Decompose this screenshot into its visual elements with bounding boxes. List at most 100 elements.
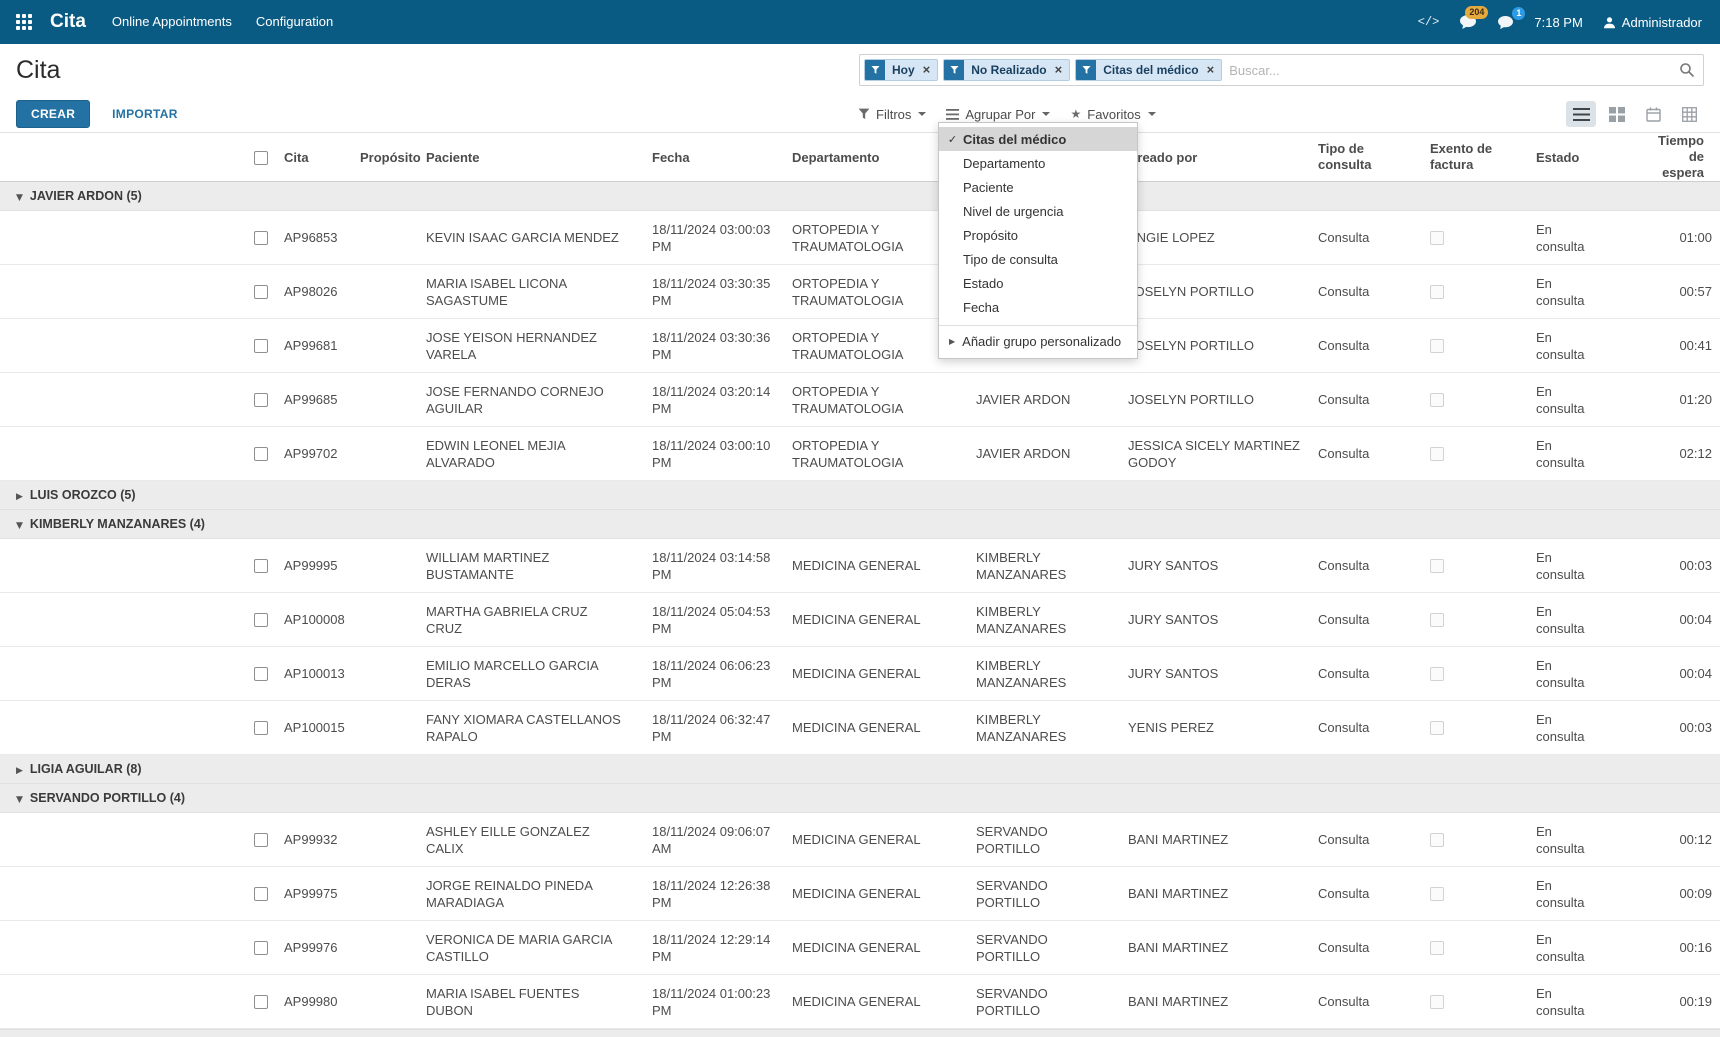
col-header-exento[interactable]: Exento de factura [1422, 133, 1528, 182]
table-row[interactable]: AP99976VERONICA DE MARIA GARCIA CASTILLO… [0, 921, 1720, 975]
groupby-option[interactable]: Nivel de urgencia [939, 199, 1137, 223]
row-gutter [0, 373, 246, 427]
calendar-view-icon[interactable] [1638, 101, 1668, 127]
cell-proposito [352, 813, 418, 867]
col-header-paciente[interactable]: Paciente [418, 133, 644, 182]
groupby-option[interactable]: Tipo de consulta [939, 247, 1137, 271]
cell-tipo-consulta: Consulta [1310, 265, 1422, 319]
row-checkbox[interactable] [254, 887, 268, 901]
favorites-dropdown[interactable]: ★ Favoritos [1070, 107, 1155, 122]
cell-estado: En consulta [1536, 931, 1592, 965]
group-row[interactable]: ▼SERVANDO PORTILLO (4) [0, 784, 1720, 813]
row-checkbox[interactable] [254, 721, 268, 735]
row-gutter [0, 539, 246, 593]
apps-grid-icon[interactable] [12, 10, 36, 34]
row-checkbox[interactable] [254, 231, 268, 245]
code-icon[interactable]: </> [1418, 15, 1440, 29]
row-checkbox[interactable] [254, 339, 268, 353]
cell-cita: AP96853 [276, 211, 352, 265]
group-row[interactable]: ▼KIMBERLY MANZANARES (4) [0, 510, 1720, 539]
table-row[interactable]: AP99932ASHLEY EILLE GONZALEZ CALIX18/11/… [0, 813, 1720, 867]
groupby-option[interactable]: Propósito [939, 223, 1137, 247]
topbar-menu-item[interactable]: Configuration [244, 0, 345, 44]
groupby-option[interactable]: Departamento [939, 151, 1137, 175]
exento-checkbox [1430, 559, 1444, 573]
table-row[interactable]: AP99975JORGE REINALDO PINEDA MARADIAGA18… [0, 867, 1720, 921]
groupby-option[interactable]: Fecha [939, 295, 1137, 319]
cell-creado-por: JURY SANTOS [1128, 665, 1218, 682]
col-header-creado-por[interactable]: Creado por [1120, 133, 1310, 182]
create-button[interactable]: CREAR [16, 100, 90, 128]
select-all-checkbox[interactable] [254, 151, 268, 165]
kanban-view-icon[interactable] [1602, 101, 1632, 127]
table-row[interactable]: AP96853KEVIN ISAAC GARCIA MENDEZ18/11/20… [0, 211, 1720, 265]
col-header-espera[interactable]: Tiempo de espera [1640, 133, 1720, 182]
row-checkbox[interactable] [254, 393, 268, 407]
col-header-estado[interactable]: Estado [1528, 133, 1640, 182]
col-header-fecha[interactable]: Fecha [644, 133, 784, 182]
table-row[interactable]: AP99702EDWIN LEONEL MEJIA ALVARADO18/11/… [0, 427, 1720, 481]
col-header-tipo-consulta[interactable]: Tipo de consulta [1310, 133, 1422, 182]
import-button[interactable]: IMPORTAR [106, 106, 184, 122]
row-checkbox[interactable] [254, 285, 268, 299]
table-row[interactable]: AP100013EMILIO MARCELLO GARCIA DERAS18/1… [0, 647, 1720, 701]
groupby-option[interactable]: Paciente [939, 175, 1137, 199]
cell-departamento: ORTOPEDIA Y TRAUMATOLOGIA [792, 221, 926, 255]
row-checkbox[interactable] [254, 995, 268, 1009]
cell-cita: AP99980 [276, 975, 352, 1029]
row-checkbox[interactable] [254, 667, 268, 681]
table-row[interactable]: AP100008MARTHA GABRIELA CRUZ CRUZ18/11/2… [0, 593, 1720, 647]
cell-tipo-consulta: Consulta [1310, 647, 1422, 701]
group-row[interactable]: ▶LIGIA AGUILAR (8) [0, 755, 1720, 784]
groupby-label: Agrupar Por [965, 107, 1035, 122]
facet-remove-icon[interactable]: × [1054, 60, 1070, 80]
groupby-option[interactable]: Estado [939, 271, 1137, 295]
table-row[interactable]: AP99681JOSE YEISON HERNANDEZ VARELA18/11… [0, 319, 1720, 373]
topbar-menu-item[interactable]: Online Appointments [100, 0, 244, 44]
row-checkbox[interactable] [254, 559, 268, 573]
cell-fecha: 18/11/2024 06:06:23 PM [652, 657, 776, 691]
table-row[interactable]: AP99980MARIA ISABEL FUENTES DUBON18/11/2… [0, 975, 1720, 1029]
topbar: Cita Online AppointmentsConfiguration </… [0, 0, 1720, 44]
cell-proposito [352, 867, 418, 921]
pivot-view-icon[interactable] [1674, 101, 1704, 127]
messages-icon[interactable]: 204 [1459, 14, 1477, 30]
cell-espera: 00:12 [1640, 813, 1720, 867]
app-brand[interactable]: Cita [50, 11, 86, 33]
group-row[interactable]: ▼JAVIER ARDON (5) [0, 182, 1720, 211]
row-checkbox[interactable] [254, 941, 268, 955]
group-row[interactable]: ▶LUIS OROZCO (5) [0, 481, 1720, 510]
chevron-down-icon [1148, 112, 1156, 116]
row-checkbox[interactable] [254, 833, 268, 847]
col-header-cita[interactable]: Cita [276, 133, 352, 182]
cell-departamento: ORTOPEDIA Y TRAUMATOLOGIA [792, 329, 926, 363]
list-view-icon[interactable] [1566, 101, 1596, 127]
user-menu[interactable]: Administrador [1603, 15, 1702, 30]
table-row[interactable]: AP100015FANY XIOMARA CASTELLANOS RAPALO1… [0, 701, 1720, 755]
table-row[interactable]: AP98026MARIA ISABEL LICONA SAGASTUME18/1… [0, 265, 1720, 319]
cell-cita: AP99995 [276, 539, 352, 593]
row-checkbox[interactable] [254, 447, 268, 461]
col-header-proposito[interactable]: Propósito [352, 133, 418, 182]
row-checkbox[interactable] [254, 613, 268, 627]
cell-estado: En consulta [1536, 877, 1592, 911]
chat-icon[interactable]: 1 [1497, 15, 1514, 30]
facet-remove-icon[interactable]: × [922, 60, 938, 80]
add-custom-group[interactable]: ▶ Añadir grupo personalizado [939, 325, 1137, 354]
cell-espera: 00:04 [1640, 593, 1720, 647]
next-group-strip [0, 1029, 1720, 1037]
groupby-option[interactable]: ✓Citas del médico [939, 127, 1137, 151]
table-header-row: Cita Propósito Paciente Fecha Departamen… [0, 133, 1720, 182]
cell-estado: En consulta [1536, 603, 1592, 637]
cell-tipo-consulta: Consulta [1310, 319, 1422, 373]
table-row[interactable]: AP99685JOSE FERNANDO CORNEJO AGUILAR18/1… [0, 373, 1720, 427]
groupby-dropdown[interactable]: Agrupar Por [946, 107, 1050, 122]
cell-tipo-consulta: Consulta [1310, 813, 1422, 867]
table-row[interactable]: AP99995WILLIAM MARTINEZ BUSTAMANTE18/11/… [0, 539, 1720, 593]
filters-dropdown[interactable]: Filtros [858, 107, 926, 122]
cell-proposito [352, 319, 418, 373]
facet-remove-icon[interactable]: × [1206, 60, 1222, 80]
search-icon[interactable] [1679, 62, 1695, 78]
filter-icon [865, 59, 885, 81]
search-input[interactable] [1227, 62, 1674, 79]
